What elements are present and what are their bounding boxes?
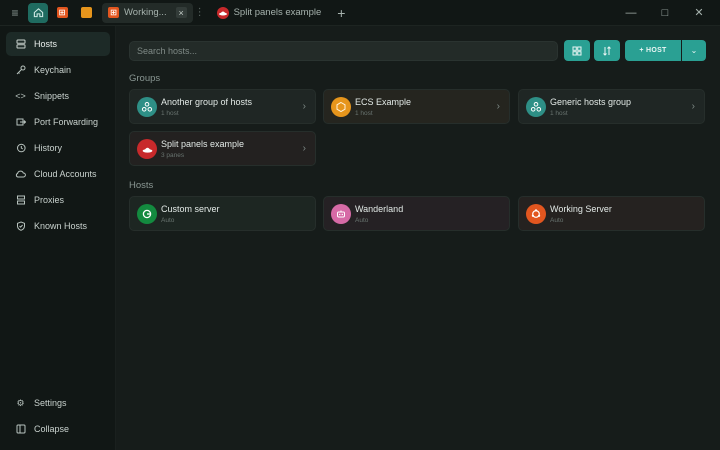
collapse-icon bbox=[15, 424, 26, 435]
chevron-right-icon: › bbox=[691, 101, 695, 112]
title-bar: ≡ ⊞ ⊞ Working... × ⋮ Split panels exampl… bbox=[0, 0, 720, 26]
cloud-icon bbox=[15, 169, 26, 180]
group-name: Generic hosts group bbox=[550, 97, 632, 107]
sidebar-item-proxies[interactable]: Proxies bbox=[6, 188, 110, 212]
chevron-right-icon: › bbox=[302, 101, 306, 112]
sidebar-item-label: Keychain bbox=[34, 65, 72, 75]
sidebar-item-known-hosts[interactable]: Known Hosts bbox=[6, 214, 110, 238]
ecs-icon bbox=[80, 7, 92, 18]
main-content: Search hosts... + HOST ⌄ Groups Another … bbox=[116, 26, 720, 450]
opensuse-icon bbox=[137, 204, 157, 224]
tab-label: Split panels example bbox=[233, 7, 322, 18]
sidebar-item-port-forwarding[interactable]: Port Forwarding bbox=[6, 110, 110, 134]
ubuntu-icon bbox=[526, 204, 546, 224]
sidebar-item-label: Port Forwarding bbox=[34, 117, 99, 127]
tab-label: Working... bbox=[124, 7, 167, 18]
group-count: 1 host bbox=[161, 110, 179, 117]
sidebar-item-history[interactable]: History bbox=[6, 136, 110, 160]
sort-icon bbox=[603, 45, 611, 56]
home-icon bbox=[33, 8, 43, 18]
add-host-button[interactable]: + HOST bbox=[625, 40, 681, 61]
sidebar: Hosts Keychain <> Snippets Port Forwardi… bbox=[0, 26, 116, 450]
host-name: Working Server bbox=[550, 204, 612, 214]
add-host-dropdown[interactable]: ⌄ bbox=[682, 40, 706, 61]
gear-icon: ⚙ bbox=[16, 397, 25, 408]
history-icon bbox=[15, 143, 26, 154]
group-count: 1 host bbox=[550, 110, 568, 117]
home-tab[interactable] bbox=[28, 2, 48, 23]
tab-split-panels[interactable]: Split panels example bbox=[211, 3, 328, 23]
host-os: Auto bbox=[550, 217, 564, 224]
sidebar-item-label: Known Hosts bbox=[34, 221, 88, 231]
group-name: Split panels example bbox=[161, 139, 245, 149]
group-card[interactable]: Another group of hosts 1 host › bbox=[129, 89, 316, 124]
tab-ecs[interactable] bbox=[76, 3, 96, 23]
key-icon bbox=[15, 65, 26, 76]
minimize-button[interactable]: — bbox=[614, 7, 648, 19]
group-card[interactable]: ECS Example 1 host › bbox=[323, 89, 510, 124]
chevron-right-icon: › bbox=[302, 143, 306, 154]
group-name: Another group of hosts bbox=[161, 97, 253, 107]
proxy-icon bbox=[15, 195, 26, 206]
sidebar-item-label: Collapse bbox=[34, 424, 70, 434]
sidebar-item-label: Proxies bbox=[34, 195, 65, 205]
chevron-down-icon: ⌄ bbox=[690, 46, 698, 55]
sidebar-item-snippets[interactable]: <> Snippets bbox=[6, 84, 110, 108]
redhat-icon bbox=[216, 6, 229, 19]
sidebar-item-settings[interactable]: ⚙ Settings bbox=[6, 391, 110, 415]
shield-icon bbox=[15, 221, 26, 232]
port-forward-icon bbox=[15, 117, 26, 128]
close-window-button[interactable]: ✕ bbox=[682, 6, 716, 19]
robot-icon bbox=[331, 204, 351, 224]
new-tab-button[interactable]: + bbox=[337, 5, 345, 21]
group-name: ECS Example bbox=[355, 97, 412, 107]
sidebar-item-hosts[interactable]: Hosts bbox=[6, 32, 110, 56]
sidebar-item-label: Cloud Accounts bbox=[34, 169, 97, 179]
group-icon bbox=[526, 97, 546, 117]
code-icon: <> bbox=[15, 91, 26, 101]
tab-server-1[interactable]: ⊞ bbox=[52, 3, 72, 23]
window-controls: — □ ✕ bbox=[614, 6, 716, 20]
close-tab-icon[interactable]: × bbox=[175, 7, 187, 18]
host-card[interactable]: Custom server Auto bbox=[129, 196, 316, 231]
sort-button[interactable] bbox=[594, 40, 620, 61]
host-os: Auto bbox=[161, 217, 175, 224]
groups-title: Groups bbox=[129, 73, 161, 84]
host-name: Wanderland bbox=[355, 204, 404, 214]
host-os: Auto bbox=[355, 217, 369, 224]
grid-icon bbox=[572, 46, 582, 55]
sidebar-item-cloud-accounts[interactable]: Cloud Accounts bbox=[6, 162, 110, 186]
sidebar-item-label: History bbox=[34, 143, 63, 153]
menu-icon[interactable]: ≡ bbox=[6, 4, 24, 22]
hosts-icon bbox=[15, 39, 26, 50]
host-card[interactable]: Working Server Auto bbox=[518, 196, 705, 231]
hosts-title: Hosts bbox=[129, 180, 154, 191]
search-placeholder: Search hosts... bbox=[137, 46, 198, 56]
server-icon: ⊞ bbox=[56, 7, 68, 18]
server-icon: ⊞ bbox=[108, 7, 119, 18]
redhat-icon bbox=[137, 139, 157, 159]
tab-working[interactable]: ⊞ Working... × bbox=[102, 2, 193, 23]
ecs-icon bbox=[331, 97, 351, 117]
group-card[interactable]: Split panels example 3 panes › bbox=[129, 131, 316, 166]
sidebar-item-label: Hosts bbox=[34, 39, 58, 49]
chevron-right-icon: › bbox=[496, 101, 500, 112]
sidebar-item-keychain[interactable]: Keychain bbox=[6, 58, 110, 82]
maximize-button[interactable]: □ bbox=[648, 7, 682, 19]
search-input[interactable]: Search hosts... bbox=[129, 41, 558, 61]
group-count: 3 panes bbox=[161, 152, 185, 159]
tab-divider: ⋮ bbox=[194, 7, 205, 18]
host-name: Custom server bbox=[161, 204, 220, 214]
grid-view-button[interactable] bbox=[564, 40, 590, 61]
group-icon bbox=[137, 97, 157, 117]
group-card[interactable]: Generic hosts group 1 host › bbox=[518, 89, 705, 124]
group-count: 1 host bbox=[355, 110, 373, 117]
sidebar-item-label: Snippets bbox=[34, 91, 70, 101]
sidebar-item-collapse[interactable]: Collapse bbox=[6, 417, 110, 441]
sidebar-item-label: Settings bbox=[34, 398, 67, 408]
host-card[interactable]: Wanderland Auto bbox=[323, 196, 510, 231]
